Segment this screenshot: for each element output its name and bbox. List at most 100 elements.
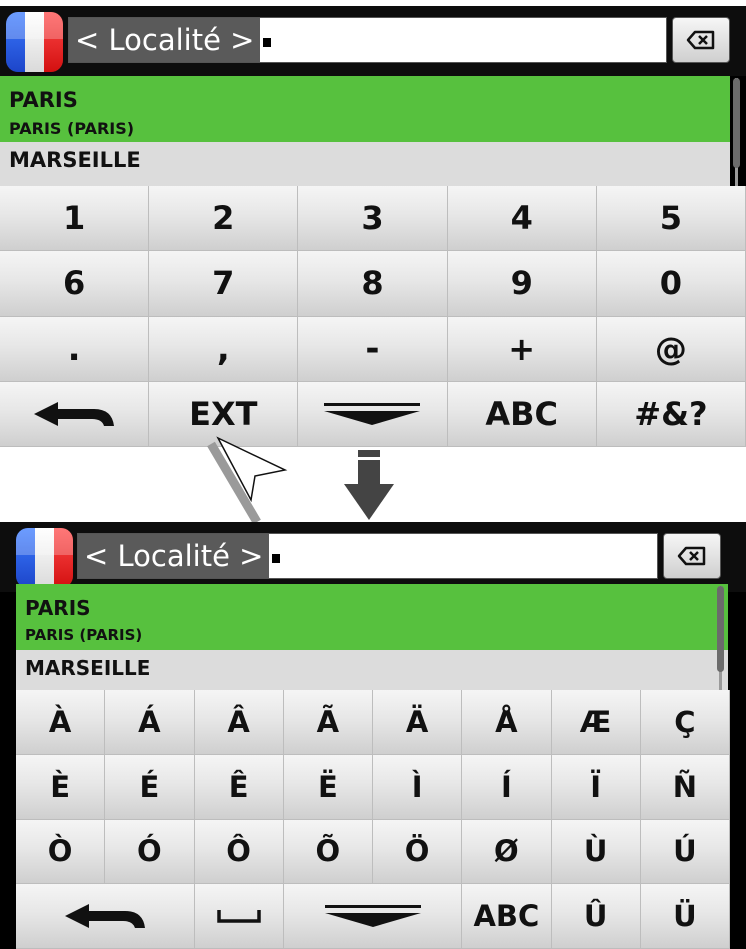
pointer-cursor-icon bbox=[207, 436, 288, 525]
key-label: Ü bbox=[673, 899, 697, 934]
key-label: EXT bbox=[189, 394, 258, 433]
results-list: PARIS PARIS (PARIS) MARSEILLE bbox=[0, 76, 730, 186]
top-screen: < Localité > PARIS PARIS (PARIS) MARSEIL… bbox=[0, 6, 746, 447]
symbols-key[interactable]: #&? bbox=[596, 381, 746, 447]
key[interactable]: Ë bbox=[283, 754, 373, 820]
key-label: ABC bbox=[485, 394, 559, 433]
key-label: Ô bbox=[226, 834, 251, 869]
key-label: Ë bbox=[317, 769, 338, 804]
abc-key[interactable]: ABC bbox=[447, 381, 597, 447]
list-item-title: PARIS bbox=[9, 88, 78, 112]
key-label: 1 bbox=[62, 199, 86, 238]
list-item[interactable]: MARSEILLE bbox=[0, 142, 730, 186]
key[interactable]: Ê bbox=[194, 754, 284, 820]
france-flag-icon[interactable] bbox=[6, 12, 63, 72]
backspace-button[interactable] bbox=[672, 17, 730, 63]
key[interactable]: Û bbox=[551, 884, 641, 949]
key[interactable]: Ù bbox=[551, 819, 641, 885]
key[interactable]: Ô bbox=[194, 819, 284, 885]
hide-keyboard-key[interactable] bbox=[298, 381, 448, 447]
key[interactable]: 4 bbox=[447, 186, 597, 252]
backspace-button[interactable] bbox=[663, 533, 721, 579]
key-label: É bbox=[139, 769, 160, 804]
key-label: Û bbox=[583, 899, 608, 934]
list-item[interactable]: MARSEILLE bbox=[16, 650, 728, 690]
scrollbar-thumb[interactable] bbox=[717, 586, 724, 672]
locality-search-input[interactable]: < Localité > bbox=[68, 17, 667, 63]
key[interactable]: + bbox=[447, 316, 597, 382]
results-list: PARIS PARIS (PARIS) MARSEILLE bbox=[16, 584, 728, 690]
down-arrow-icon bbox=[344, 450, 394, 520]
key[interactable]: Ä bbox=[373, 690, 463, 755]
key-label: 2 bbox=[212, 199, 235, 238]
scrollbar-thumb[interactable] bbox=[733, 78, 740, 168]
key[interactable]: Ã bbox=[283, 690, 373, 755]
key[interactable]: Ñ bbox=[640, 754, 730, 820]
backspace-icon bbox=[686, 30, 715, 50]
key[interactable]: Å bbox=[462, 690, 552, 755]
key[interactable]: Â bbox=[194, 690, 284, 755]
key[interactable]: Ú bbox=[640, 819, 730, 885]
key[interactable]: 7 bbox=[149, 251, 299, 317]
key[interactable]: Í bbox=[462, 754, 552, 820]
key[interactable]: 9 bbox=[447, 251, 597, 317]
key-label: Å bbox=[495, 704, 518, 739]
key[interactable]: 5 bbox=[596, 186, 746, 252]
key[interactable]: Ó bbox=[105, 819, 195, 885]
key-label: Ò bbox=[47, 834, 73, 869]
key[interactable]: À bbox=[16, 690, 106, 755]
bottom-screen: < Localité > PARIS PARIS (PARIS) MARSEIL… bbox=[0, 522, 746, 949]
key[interactable]: Æ bbox=[551, 690, 641, 755]
key[interactable]: Ç bbox=[640, 690, 730, 755]
key-label: , bbox=[216, 328, 230, 369]
key-label: Ó bbox=[137, 834, 162, 869]
space-key[interactable] bbox=[194, 884, 284, 949]
key-label: . bbox=[67, 328, 81, 369]
key-label: Ê bbox=[228, 769, 249, 804]
text-cursor bbox=[263, 37, 272, 47]
accent-keyboard: À Á Â Ã Ä Å Æ Ç È É Ê Ë Ì Í Ï Ñ Ò Ó Ô Õ Ö Ø Ù Ú ABC Û Ü bbox=[16, 690, 730, 949]
hide-keyboard-key[interactable] bbox=[283, 884, 463, 949]
key[interactable]: 6 bbox=[0, 251, 150, 317]
search-placeholder: < Localité > bbox=[69, 18, 261, 62]
key-label: 0 bbox=[659, 264, 683, 303]
key[interactable]: @ bbox=[596, 316, 746, 382]
key[interactable]: Ò bbox=[16, 819, 106, 885]
key[interactable]: Ø bbox=[462, 819, 552, 885]
list-item[interactable]: PARIS PARIS (PARIS) bbox=[0, 76, 730, 142]
france-flag-icon[interactable] bbox=[16, 528, 73, 588]
abc-key[interactable]: ABC bbox=[462, 884, 552, 949]
search-header: < Localité > bbox=[0, 6, 746, 76]
key[interactable]: 0 bbox=[596, 251, 746, 317]
key-label: À bbox=[48, 704, 72, 739]
key-label: Ã bbox=[316, 704, 340, 739]
key-label: Ø bbox=[494, 834, 519, 869]
space-bar-icon bbox=[216, 910, 261, 923]
key[interactable]: 3 bbox=[298, 186, 448, 252]
key-label: - bbox=[365, 328, 380, 369]
key[interactable]: Õ bbox=[283, 819, 373, 885]
locality-search-input[interactable]: < Localité > bbox=[77, 533, 658, 579]
key[interactable]: Ö bbox=[373, 819, 463, 885]
list-item-title: MARSEILLE bbox=[25, 656, 151, 680]
key-label: 9 bbox=[510, 264, 533, 303]
key[interactable]: Ì bbox=[373, 754, 463, 820]
key[interactable]: Ï bbox=[551, 754, 641, 820]
key[interactable]: È bbox=[16, 754, 106, 820]
key[interactable]: . bbox=[0, 316, 150, 382]
search-placeholder: < Localité > bbox=[78, 534, 270, 578]
key-label: Ç bbox=[674, 704, 696, 739]
back-arrow-icon bbox=[64, 904, 145, 929]
list-item[interactable]: PARIS PARIS (PARIS) bbox=[16, 584, 728, 650]
key[interactable]: 8 bbox=[298, 251, 448, 317]
key-label: Ä bbox=[405, 704, 429, 739]
key[interactable]: - bbox=[298, 316, 448, 382]
key[interactable]: 1 bbox=[0, 186, 150, 252]
key[interactable]: Ü bbox=[640, 884, 730, 949]
key[interactable]: 2 bbox=[149, 186, 299, 252]
key[interactable]: Á bbox=[105, 690, 195, 755]
key[interactable]: , bbox=[149, 316, 299, 382]
key[interactable]: É bbox=[105, 754, 195, 820]
back-key[interactable] bbox=[16, 884, 195, 949]
back-key[interactable] bbox=[0, 381, 150, 447]
